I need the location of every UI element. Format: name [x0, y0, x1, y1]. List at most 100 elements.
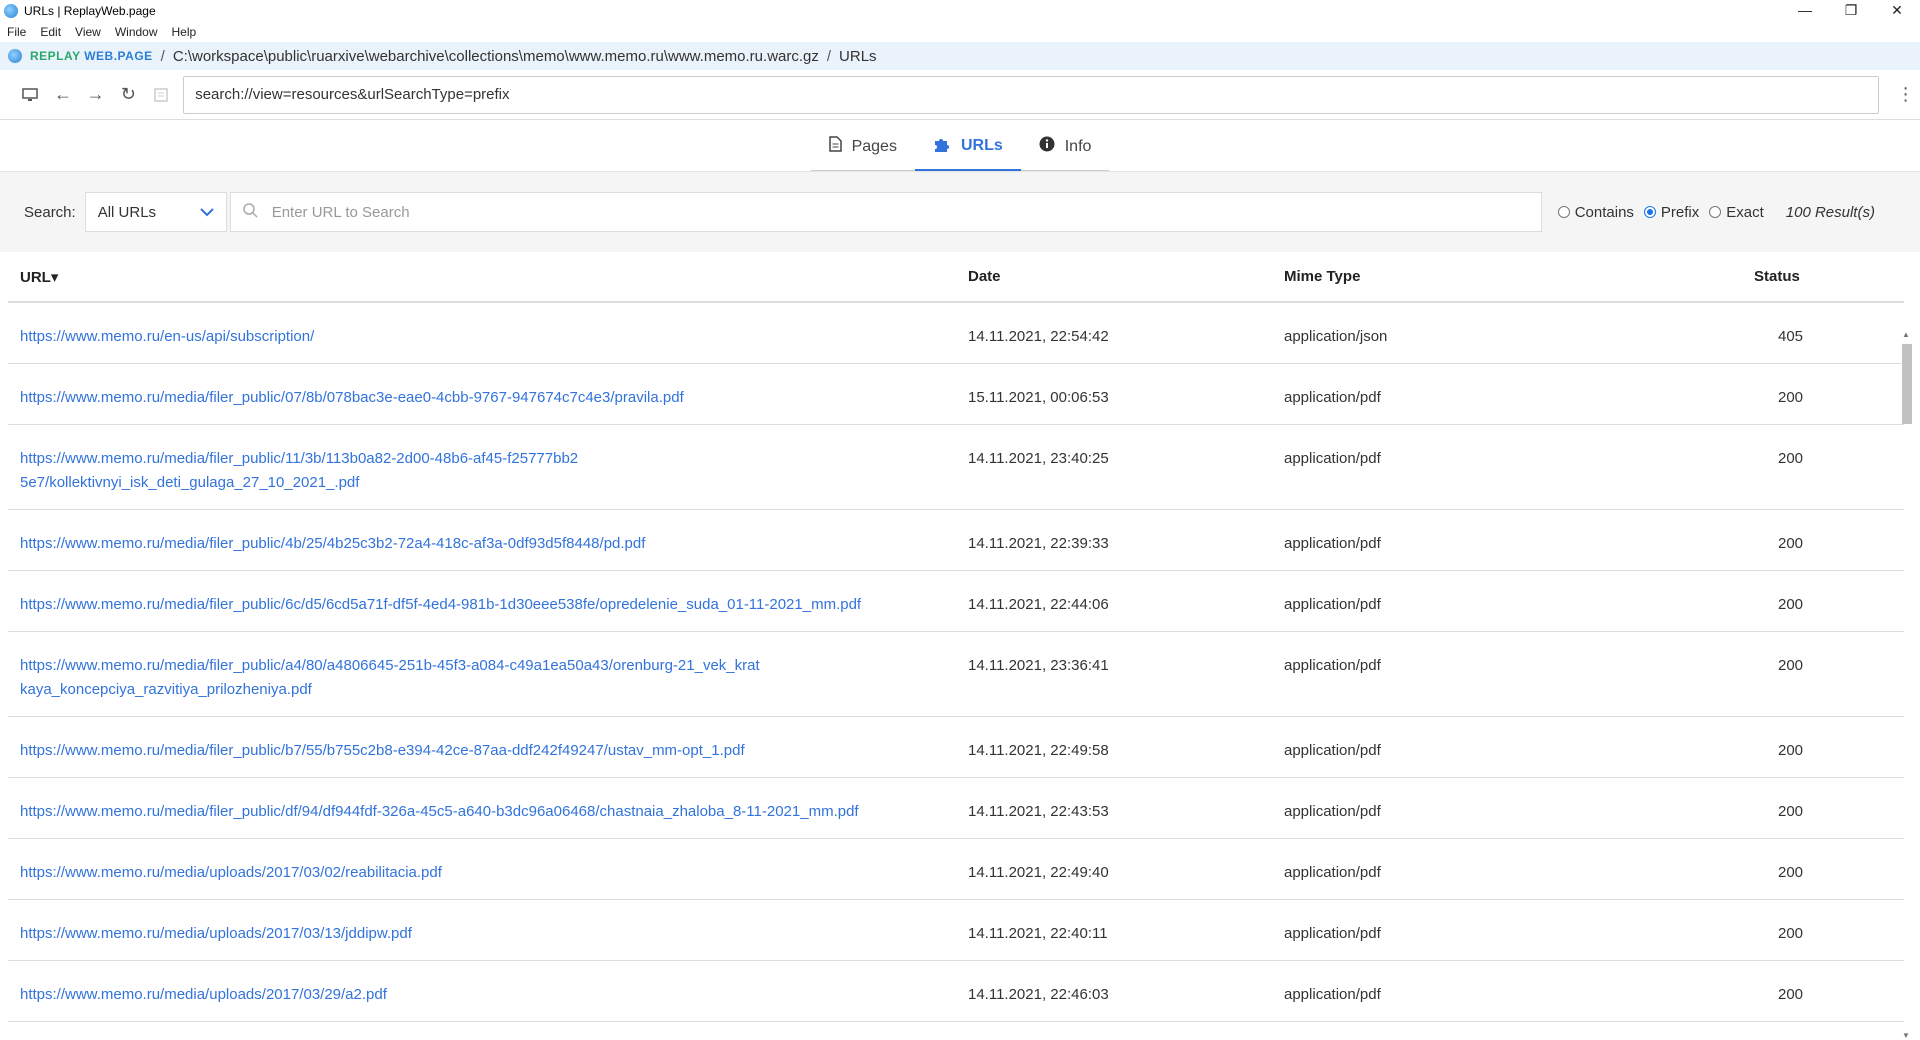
- cell-status: 200: [1754, 570, 1904, 632]
- cell-url: https://www.memo.ru/en-us/api/subscripti…: [8, 302, 968, 364]
- brand-link[interactable]: REPLAY WEB.PAGE: [30, 49, 153, 63]
- radio-exact-label: Exact: [1726, 203, 1764, 221]
- table-header-row: URL▾ Date Mime Type Status: [8, 252, 1904, 303]
- brand-web: WEB.PAGE: [84, 49, 153, 63]
- menu-file[interactable]: File: [7, 25, 26, 39]
- url-link[interactable]: https://www.memo.ru/media/filer_public/b…: [20, 742, 745, 759]
- cell-mime: application/pdf: [1284, 777, 1754, 839]
- scroll-up-icon[interactable]: ▲: [1902, 330, 1910, 339]
- table-row[interactable]: https://www.memo.ru/media/filer_public/6…: [8, 570, 1904, 632]
- cell-mime: application/pdf: [1284, 363, 1754, 425]
- url-link[interactable]: https://www.memo.ru/media/filer_public/d…: [20, 803, 859, 820]
- cell-mime: application/pdf: [1284, 716, 1754, 778]
- restore-button[interactable]: ❐: [1828, 0, 1874, 22]
- close-button[interactable]: ✕: [1874, 0, 1920, 22]
- search-input[interactable]: Enter URL to Search: [229, 192, 1542, 232]
- view-tabs: Pages URLs Info: [0, 120, 1920, 172]
- column-header-mime[interactable]: Mime Type: [1284, 252, 1754, 303]
- reader-icon[interactable]: [145, 78, 178, 112]
- cell-mime: application/pdf: [1284, 631, 1754, 717]
- cell-date: 14.11.2021, 23:36:41: [968, 631, 1284, 717]
- cell-status: 200: [1754, 777, 1904, 839]
- cell-url: https://www.memo.ru/media/filer_public/6…: [8, 570, 968, 632]
- search-icon: [242, 202, 258, 222]
- table-row[interactable]: https://www.memo.ru/media/uploads/2017/0…: [8, 960, 1904, 1022]
- cell-date: 14.11.2021, 22:46:03: [968, 960, 1284, 1022]
- cell-status: 200: [1754, 509, 1904, 571]
- cell-mime: application/pdf: [1284, 960, 1754, 1022]
- radio-prefix-label: Prefix: [1660, 203, 1700, 221]
- cell-mime: application/json: [1284, 302, 1754, 364]
- url-link[interactable]: https://www.memo.ru/media/filer_public/1…: [20, 447, 580, 495]
- cell-url: https://www.memo.ru/media/filer_public/0…: [8, 363, 968, 425]
- monitor-icon[interactable]: [14, 78, 47, 112]
- back-arrow-icon[interactable]: ←: [47, 78, 80, 112]
- radio-contains-dot[interactable]: [1557, 206, 1570, 218]
- match-mode-group: Contains Prefix Exact: [1557, 203, 1774, 221]
- url-link[interactable]: https://www.memo.ru/media/uploads/2017/0…: [20, 986, 387, 1003]
- url-link[interactable]: https://www.memo.ru/en-us/api/subscripti…: [20, 328, 314, 345]
- scrollbar[interactable]: ▲ ▼: [1900, 330, 1914, 1040]
- cell-status: 200: [1754, 631, 1904, 717]
- tab-info[interactable]: Info: [1020, 123, 1110, 171]
- column-header-date[interactable]: Date: [968, 252, 1284, 303]
- url-input[interactable]: search://view=resources&urlSearchType=pr…: [183, 75, 1880, 114]
- scroll-down-icon[interactable]: ▼: [1902, 1031, 1910, 1040]
- address-bar: ← → ↻ search://view=resources&urlSearchT…: [0, 70, 1920, 120]
- url-link[interactable]: https://www.memo.ru/media/uploads/2017/0…: [20, 925, 412, 942]
- results-count: 100 Result(s): [1785, 203, 1875, 221]
- table-row[interactable]: https://www.memo.ru/en-us/api/subscripti…: [8, 302, 1904, 364]
- menu-view[interactable]: View: [75, 25, 101, 39]
- url-link[interactable]: https://www.memo.ru/media/filer_public/4…: [20, 535, 645, 552]
- url-filter-select[interactable]: All URLs: [84, 192, 227, 232]
- url-filter-value: All URLs: [97, 203, 157, 221]
- breadcrumb-path[interactable]: C:\workspace\public\ruarxive\webarchive\…: [173, 48, 819, 65]
- forward-arrow-icon[interactable]: →: [79, 78, 112, 112]
- url-link[interactable]: https://www.memo.ru/media/filer_public/6…: [20, 596, 861, 613]
- cell-date: 14.11.2021, 22:44:06: [968, 570, 1284, 632]
- radio-exact[interactable]: Exact: [1709, 204, 1764, 221]
- table-row[interactable]: https://www.memo.ru/media/filer_public/b…: [8, 716, 1904, 778]
- menu-edit[interactable]: Edit: [40, 25, 61, 39]
- radio-prefix[interactable]: Prefix: [1643, 203, 1700, 221]
- table-row[interactable]: https://www.memo.ru/media/filer_public/1…: [8, 424, 1904, 510]
- cell-url: https://www.memo.ru/media/filer_public/d…: [8, 777, 968, 839]
- tab-pages[interactable]: Pages: [810, 123, 915, 171]
- cell-date: 15.11.2021, 00:06:53: [968, 363, 1284, 425]
- cell-status: 200: [1754, 716, 1904, 778]
- table-row[interactable]: https://www.memo.ru/media/filer_public/d…: [8, 777, 1904, 839]
- tab-pages-label: Pages: [851, 137, 897, 155]
- cell-url: https://www.memo.ru/media/uploads/2017/0…: [8, 838, 968, 900]
- table-row[interactable]: https://www.memo.ru/media/filer_public/4…: [8, 509, 1904, 571]
- radio-contains[interactable]: Contains: [1557, 204, 1634, 221]
- table-row[interactable]: https://www.memo.ru/media/uploads/2017/0…: [8, 838, 1904, 900]
- cell-date: 14.11.2021, 22:43:53: [968, 777, 1284, 839]
- radio-exact-dot[interactable]: [1709, 206, 1722, 218]
- search-label: Search:: [24, 203, 76, 221]
- url-link[interactable]: https://www.memo.ru/media/filer_public/a…: [20, 654, 760, 702]
- chevron-down-icon: [199, 204, 214, 220]
- more-menu-icon[interactable]: ⋮: [1891, 84, 1920, 105]
- cell-mime: application/pdf: [1284, 509, 1754, 571]
- scrollbar-thumb[interactable]: [1902, 344, 1912, 424]
- page-icon: [828, 136, 842, 157]
- radio-prefix-dot[interactable]: [1643, 206, 1656, 218]
- breadcrumb: REPLAY WEB.PAGE / C:\workspace\public\ru…: [0, 42, 1920, 70]
- info-icon: [1039, 136, 1055, 157]
- menu-window[interactable]: Window: [115, 25, 158, 39]
- reload-icon[interactable]: ↻: [112, 78, 145, 112]
- table-row[interactable]: https://www.memo.ru/media/filer_public/0…: [8, 363, 1904, 425]
- cell-url: https://www.memo.ru/media/filer_public/1…: [8, 424, 968, 510]
- url-link[interactable]: https://www.memo.ru/media/uploads/2017/0…: [20, 864, 442, 881]
- column-header-url[interactable]: URL▾: [8, 252, 968, 303]
- column-header-status[interactable]: Status: [1754, 252, 1904, 303]
- url-link[interactable]: https://www.memo.ru/media/filer_public/0…: [20, 389, 684, 406]
- cell-status: 200: [1754, 899, 1904, 961]
- urls-table: URL▾ Date Mime Type Status https://www.m…: [8, 252, 1904, 1022]
- minimize-button[interactable]: —: [1782, 0, 1828, 22]
- table-row[interactable]: https://www.memo.ru/media/filer_public/a…: [8, 631, 1904, 717]
- cell-url: https://www.memo.ru/media/filer_public/b…: [8, 716, 968, 778]
- menu-help[interactable]: Help: [172, 25, 197, 39]
- tab-urls[interactable]: URLs: [914, 123, 1021, 171]
- table-row[interactable]: https://www.memo.ru/media/uploads/2017/0…: [8, 899, 1904, 961]
